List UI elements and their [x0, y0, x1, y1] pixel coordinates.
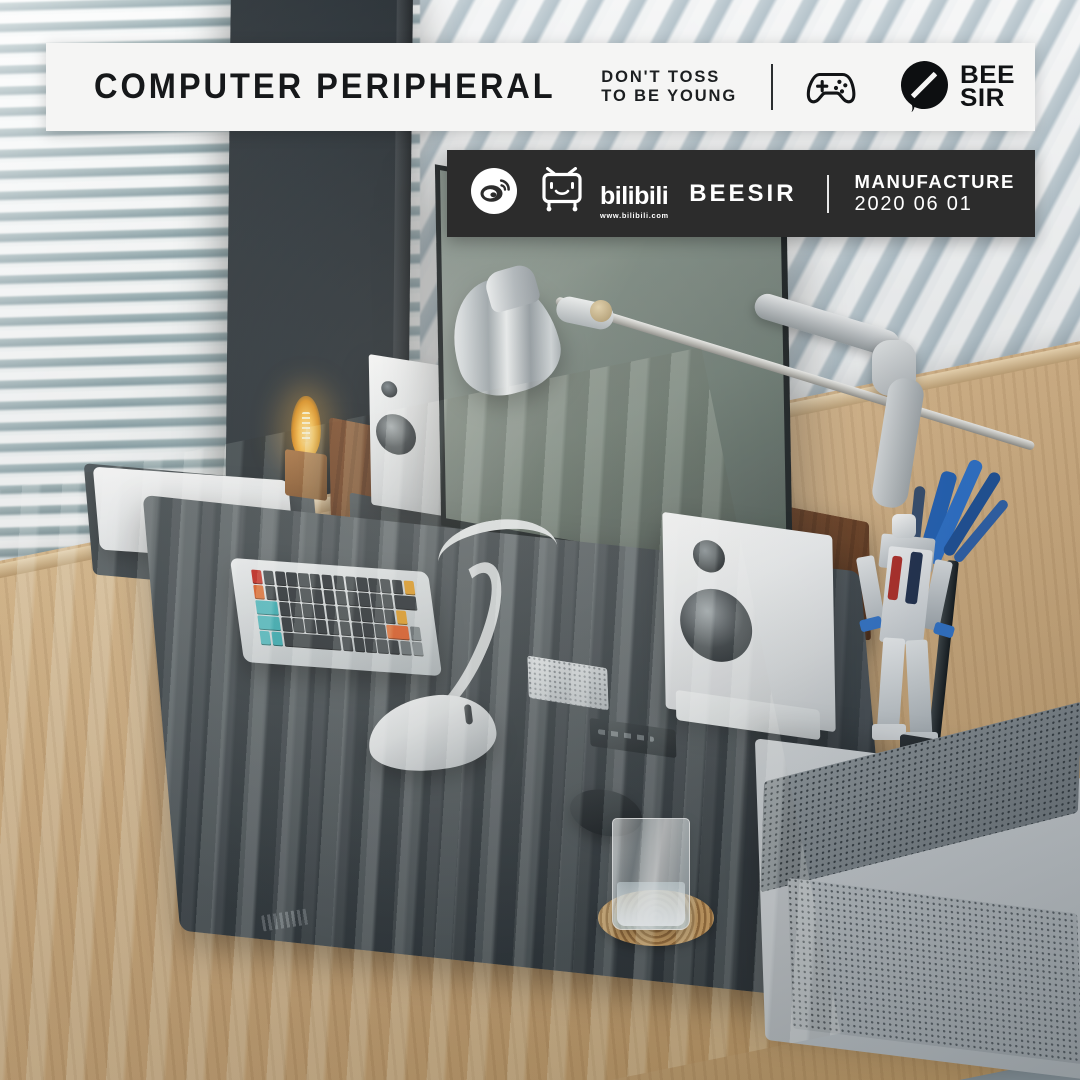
beesir-logo: BEE SIR	[897, 58, 1015, 117]
tagline-line-2: TO BE YOUNG	[601, 87, 738, 105]
beesir-circle-slash-icon	[897, 58, 951, 117]
speaker-woofer	[679, 584, 753, 667]
dark-banner-divider	[826, 174, 829, 213]
bulb-wooden-base	[285, 449, 327, 501]
water-glass	[612, 818, 690, 930]
gamepad-icon	[803, 67, 859, 107]
speaker-left	[368, 354, 444, 516]
beesir-word-line-2: SIR	[960, 84, 1006, 112]
weibo-icon	[471, 168, 517, 219]
brand-name: BEESIR	[689, 179, 797, 207]
secondary-banner: bilibili www.bilibili.com BEESIR MANUFAC…	[447, 150, 1035, 237]
bilibili-logo: bilibili www.bilibili.com	[541, 167, 669, 220]
bilibili-text: bilibili	[600, 182, 669, 210]
manufacture-info: MANUFACTURE 2020 06 01	[855, 171, 1021, 216]
page-title: COMPUTER PERIPHERAL	[94, 67, 556, 106]
speaker-woofer	[375, 411, 417, 458]
bulb-filament	[302, 412, 310, 442]
bilibili-tv-icon	[541, 167, 595, 220]
banner-divider	[771, 64, 774, 110]
primary-banner: COMPUTER PERIPHERAL DON'T TOSS TO BE YOU…	[46, 43, 1035, 131]
manufacture-label: MANUFACTURE	[854, 171, 1015, 193]
bilibili-wordmark: bilibili www.bilibili.com	[600, 182, 669, 221]
screenshot-canvas: COMPUTER PERIPHERAL DON'T TOSS TO BE YOU…	[0, 0, 1080, 1080]
bilibili-url: www.bilibili.com	[600, 211, 669, 220]
beesir-wordmark: BEE SIR	[960, 63, 1015, 112]
speaker-tweeter	[692, 538, 726, 575]
mechanical-keyboard	[229, 557, 443, 677]
tagline-line-1: DON'T TOSS	[601, 67, 721, 86]
manufacture-date: 2020 06 01	[854, 192, 973, 215]
tagline: DON'T TOSS TO BE YOUNG	[601, 68, 737, 107]
speaker-tweeter	[381, 380, 398, 399]
keycap-grid	[251, 569, 424, 657]
